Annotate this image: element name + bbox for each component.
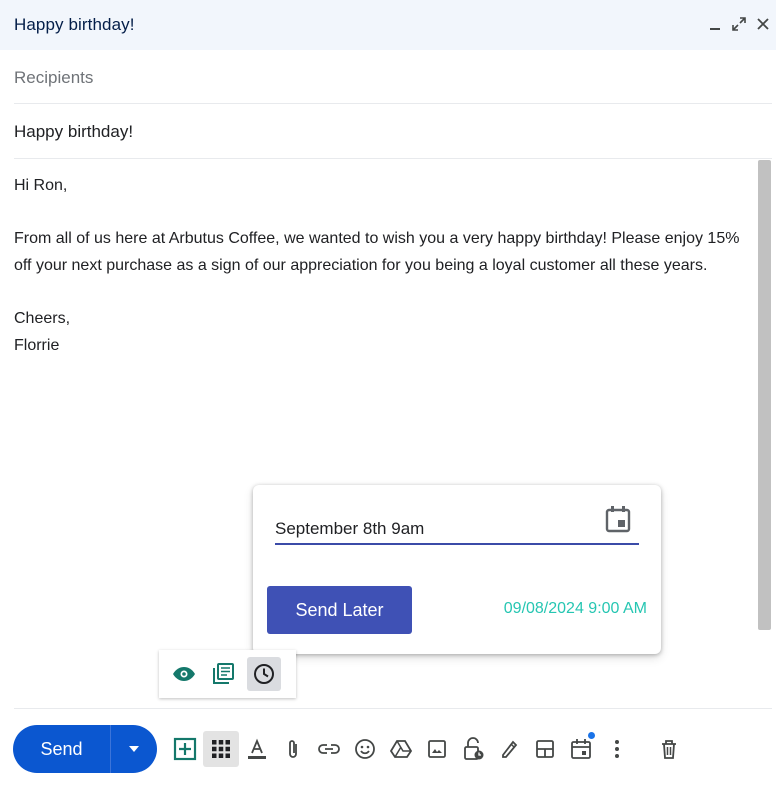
drive-icon xyxy=(390,740,412,758)
trash-icon xyxy=(662,740,676,759)
message-body[interactable]: Hi Ron, From all of us here at Arbutus C… xyxy=(14,172,754,359)
more-vert-icon xyxy=(615,740,619,758)
insert-photo-button[interactable] xyxy=(419,731,455,767)
link-icon xyxy=(318,744,340,754)
signature-button[interactable] xyxy=(491,731,527,767)
template-icon xyxy=(213,663,234,684)
preview-button[interactable] xyxy=(167,657,201,691)
recipients-placeholder: Recipients xyxy=(14,67,94,87)
emoji-icon xyxy=(355,739,375,759)
drive-button[interactable] xyxy=(383,731,419,767)
photo-icon xyxy=(428,740,446,758)
templates-button[interactable] xyxy=(207,657,241,691)
extension-mini-toolbar xyxy=(159,650,296,698)
schedule-date-input[interactable] xyxy=(275,509,639,545)
toolbar-divider xyxy=(14,708,772,709)
body-scrollbar[interactable] xyxy=(758,160,771,630)
schedule-button[interactable] xyxy=(247,657,281,691)
fullscreen-button[interactable] xyxy=(730,13,748,35)
body-greeting: Hi Ron, xyxy=(14,177,68,194)
clock-icon xyxy=(254,664,274,684)
more-options-button[interactable] xyxy=(599,731,635,767)
close-button[interactable] xyxy=(754,13,772,35)
emoji-button[interactable] xyxy=(347,731,383,767)
body-signoff: Cheers, xyxy=(14,310,71,327)
insert-link-button[interactable] xyxy=(311,731,347,767)
confidential-lock-icon xyxy=(464,737,484,760)
minimize-button[interactable] xyxy=(706,13,724,35)
text-format-button[interactable] xyxy=(239,731,275,767)
minimize-icon xyxy=(710,28,720,30)
compose-toolbar xyxy=(167,731,687,767)
text-format-icon xyxy=(248,738,266,759)
calendar-icon[interactable] xyxy=(605,505,631,533)
send-button-group: Send xyxy=(13,725,157,773)
body-signature-name: Florrie xyxy=(14,337,60,354)
send-later-button[interactable]: Send Later xyxy=(267,586,412,634)
expand-icon xyxy=(732,17,746,31)
layouts-button[interactable] xyxy=(527,731,563,767)
window-controls xyxy=(706,13,772,35)
close-icon xyxy=(757,18,769,30)
discard-draft-button[interactable] xyxy=(651,731,687,767)
eye-icon xyxy=(173,667,195,681)
resolved-schedule-time: 09/08/2024 9:00 AM xyxy=(503,600,647,617)
send-button[interactable]: Send xyxy=(13,725,111,773)
schedule-send-popup: Send Later 09/08/2024 9:00 AM xyxy=(253,485,661,654)
notification-dot xyxy=(588,732,595,739)
compose-header: Happy birthday! xyxy=(0,0,776,50)
add-box-icon xyxy=(173,737,197,761)
compose-title: Happy birthday! xyxy=(14,15,135,34)
apps-grid-icon xyxy=(212,740,230,758)
attach-icon xyxy=(289,740,297,758)
confidential-mode-button[interactable] xyxy=(455,731,491,767)
apps-grid-button[interactable] xyxy=(203,731,239,767)
caret-down-icon xyxy=(129,746,139,752)
attach-button[interactable] xyxy=(275,731,311,767)
calendar-event-icon xyxy=(571,739,591,759)
layout-icon xyxy=(536,740,554,758)
subject-value: Happy birthday! xyxy=(14,121,134,141)
add-box-button[interactable] xyxy=(167,731,203,767)
recipients-field[interactable]: Recipients xyxy=(14,52,772,104)
subject-field[interactable]: Happy birthday! xyxy=(14,105,772,159)
schedule-event-button[interactable] xyxy=(563,731,599,767)
send-options-button[interactable] xyxy=(111,725,157,773)
body-paragraph: From all of us here at Arbutus Coffee, w… xyxy=(14,230,740,274)
signature-pen-icon xyxy=(502,740,518,758)
